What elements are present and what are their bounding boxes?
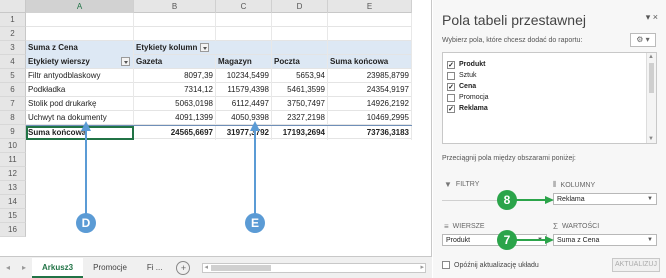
checkbox-icon[interactable]: [442, 261, 450, 269]
tab-arkusz3[interactable]: Arkusz3: [32, 257, 84, 278]
callout-d-arrowhead: [81, 121, 91, 131]
defer-label: Opóźnij aktualizację układu: [454, 261, 539, 269]
scroll-thumb[interactable]: [211, 264, 272, 271]
add-sheet-icon[interactable]: +: [176, 260, 191, 275]
callout-7-arrowhead: [545, 236, 554, 244]
defer-update-option[interactable]: Opóźnij aktualizację układu: [442, 261, 539, 269]
tab-prev-icon[interactable]: ◂: [0, 263, 16, 272]
horizontal-scrollbar[interactable]: ◂ ▸: [202, 262, 426, 273]
tab-more[interactable]: Fi ...: [137, 258, 173, 278]
callout-e: E: [245, 213, 265, 233]
callout-8-arrowhead: [545, 196, 554, 204]
update-button[interactable]: AKTUALIZUJ: [612, 258, 660, 272]
pane-callout-arrows: [515, 196, 554, 244]
spreadsheet: A B C D E 1 2 3 4 5 6 7 8 9 10 11 12 13 …: [0, 0, 432, 278]
scroll-left-icon[interactable]: ◂: [204, 264, 208, 272]
pivot-fields-pane: Pola tabeli przestawnej ▾ × Wybierz pola…: [433, 0, 666, 278]
callout-arrows: [81, 121, 260, 214]
scroll-right-icon[interactable]: ▸: [420, 264, 424, 272]
callout-d: D: [76, 213, 96, 233]
tab-promocje[interactable]: Promocje: [83, 258, 137, 278]
sheet-tab-bar: ◂ ▸ Arkusz3 Promocje Fi ... + ◂ ▸: [0, 256, 432, 278]
callout-7: 7: [497, 230, 517, 250]
callout-8: 8: [497, 190, 517, 210]
callout-e-arrowhead: [250, 121, 260, 131]
tab-next-icon[interactable]: ▸: [16, 263, 32, 272]
